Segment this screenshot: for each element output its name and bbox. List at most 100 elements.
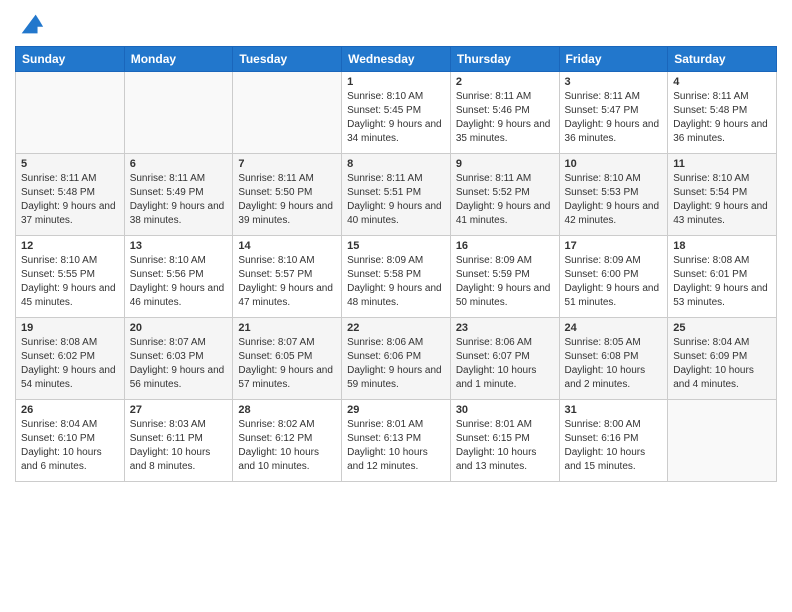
- calendar-cell: 18Sunrise: 8:08 AM Sunset: 6:01 PM Dayli…: [668, 236, 777, 318]
- day-info: Sunrise: 8:08 AM Sunset: 6:01 PM Dayligh…: [673, 254, 771, 310]
- calendar-cell: 14 Sunrise: 8:10 AM Sunset: 5:57 PM Dayli…: [233, 236, 342, 318]
- day-number: 2: [456, 76, 554, 88]
- calendar-cell: 13 Sunrise: 8:10 AM Sunset: 5:56 PM Dayli…: [124, 236, 233, 318]
- day-number: 17: [565, 240, 663, 252]
- calendar-cell: 4Sunrise: 8:11 AM Sunset: 5:48 PM Daylig…: [668, 72, 777, 154]
- day-number: 10: [565, 158, 663, 170]
- calendar-cell: 23 Sunrise: 8:06 AM Sunset: 6:07 PM Dayli…: [450, 318, 559, 400]
- day-info: Sunrise: 8:09 AM Sunset: 5:58 PM Dayligh…: [347, 254, 445, 310]
- day-number: 13: [130, 240, 228, 252]
- calendar-cell: 29 Sunrise: 8:01 AM Sunset: 6:13 PM Dayli…: [342, 400, 451, 482]
- weekday-header-tuesday: Tuesday: [233, 47, 342, 72]
- calendar-cell: 24 Sunrise: 8:05 AM Sunset: 6:08 PM Dayli…: [559, 318, 668, 400]
- calendar-cell: [124, 72, 233, 154]
- day-info: Sunrise: 8:00 AM Sunset: 6:16 PM Dayligh…: [565, 418, 663, 474]
- day-info: Sunrise: 8:11 AM Sunset: 5:51 PM Dayligh…: [347, 172, 445, 228]
- calendar-cell: 6 Sunrise: 8:11 AM Sunset: 5:49 PM Daylig…: [124, 154, 233, 236]
- calendar-cell: 10 Sunrise: 8:10 AM Sunset: 5:53 PM Dayli…: [559, 154, 668, 236]
- day-info: Sunrise: 8:09 AM Sunset: 5:59 PM Dayligh…: [456, 254, 554, 310]
- day-number: 8: [347, 158, 445, 170]
- header: [15, 10, 777, 38]
- day-number: 3: [565, 76, 663, 88]
- day-number: 15: [347, 240, 445, 252]
- day-info: Sunrise: 8:10 AM Sunset: 5:53 PM Dayligh…: [565, 172, 663, 228]
- day-number: 5: [21, 158, 119, 170]
- weekday-header-friday: Friday: [559, 47, 668, 72]
- day-info: Sunrise: 8:10 AM Sunset: 5:56 PM Dayligh…: [130, 254, 228, 310]
- day-number: 26: [21, 404, 119, 416]
- day-info: Sunrise: 8:07 AM Sunset: 6:05 PM Dayligh…: [238, 336, 336, 392]
- calendar-cell: 16 Sunrise: 8:09 AM Sunset: 5:59 PM Dayli…: [450, 236, 559, 318]
- day-number: 30: [456, 404, 554, 416]
- calendar-cell: 21 Sunrise: 8:07 AM Sunset: 6:05 PM Dayli…: [233, 318, 342, 400]
- day-info: Sunrise: 8:05 AM Sunset: 6:08 PM Dayligh…: [565, 336, 663, 392]
- day-info: Sunrise: 8:11 AM Sunset: 5:49 PM Dayligh…: [130, 172, 228, 228]
- weekday-header-sunday: Sunday: [16, 47, 125, 72]
- calendar-cell: 8 Sunrise: 8:11 AM Sunset: 5:51 PM Daylig…: [342, 154, 451, 236]
- day-info: Sunrise: 8:03 AM Sunset: 6:11 PM Dayligh…: [130, 418, 228, 474]
- calendar-cell: 19 Sunrise: 8:08 AM Sunset: 6:02 PM Dayli…: [16, 318, 125, 400]
- day-info: Sunrise: 8:10 AM Sunset: 5:54 PM Dayligh…: [673, 172, 771, 228]
- calendar-cell: 11 Sunrise: 8:10 AM Sunset: 5:54 PM Dayli…: [668, 154, 777, 236]
- week-row-3: 12Sunrise: 8:10 AM Sunset: 5:55 PM Dayli…: [16, 236, 777, 318]
- day-number: 21: [238, 322, 336, 334]
- calendar-cell: 26 Sunrise: 8:04 AM Sunset: 6:10 PM Dayli…: [16, 400, 125, 482]
- page: SundayMondayTuesdayWednesdayThursdayFrid…: [0, 0, 792, 612]
- day-number: 23: [456, 322, 554, 334]
- calendar-cell: 12Sunrise: 8:10 AM Sunset: 5:55 PM Dayli…: [16, 236, 125, 318]
- weekday-header-wednesday: Wednesday: [342, 47, 451, 72]
- weekday-header-thursday: Thursday: [450, 47, 559, 72]
- day-info: Sunrise: 8:10 AM Sunset: 5:45 PM Dayligh…: [347, 90, 445, 146]
- day-info: Sunrise: 8:11 AM Sunset: 5:46 PM Dayligh…: [456, 90, 554, 146]
- day-info: Sunrise: 8:11 AM Sunset: 5:48 PM Dayligh…: [21, 172, 119, 228]
- logo-icon: [17, 10, 45, 38]
- day-number: 29: [347, 404, 445, 416]
- day-number: 16: [456, 240, 554, 252]
- day-number: 1: [347, 76, 445, 88]
- day-info: Sunrise: 8:01 AM Sunset: 6:13 PM Dayligh…: [347, 418, 445, 474]
- day-info: Sunrise: 8:06 AM Sunset: 6:07 PM Dayligh…: [456, 336, 554, 392]
- week-row-4: 19 Sunrise: 8:08 AM Sunset: 6:02 PM Dayli…: [16, 318, 777, 400]
- calendar-cell: 28Sunrise: 8:02 AM Sunset: 6:12 PM Dayli…: [233, 400, 342, 482]
- calendar-cell: 5 Sunrise: 8:11 AM Sunset: 5:48 PM Daylig…: [16, 154, 125, 236]
- calendar-cell: 9Sunrise: 8:11 AM Sunset: 5:52 PM Daylig…: [450, 154, 559, 236]
- day-number: 19: [21, 322, 119, 334]
- calendar-cell: 30 Sunrise: 8:01 AM Sunset: 6:15 PM Dayli…: [450, 400, 559, 482]
- calendar-cell: 25 Sunrise: 8:04 AM Sunset: 6:09 PM Dayli…: [668, 318, 777, 400]
- weekday-header-monday: Monday: [124, 47, 233, 72]
- weekday-header-saturday: Saturday: [668, 47, 777, 72]
- day-info: Sunrise: 8:08 AM Sunset: 6:02 PM Dayligh…: [21, 336, 119, 392]
- calendar-cell: [668, 400, 777, 482]
- day-info: Sunrise: 8:09 AM Sunset: 6:00 PM Dayligh…: [565, 254, 663, 310]
- day-number: 11: [673, 158, 771, 170]
- day-number: 25: [673, 322, 771, 334]
- day-number: 6: [130, 158, 228, 170]
- calendar-cell: 22 Sunrise: 8:06 AM Sunset: 6:06 PM Dayli…: [342, 318, 451, 400]
- day-number: 31: [565, 404, 663, 416]
- day-number: 14: [238, 240, 336, 252]
- week-row-5: 26 Sunrise: 8:04 AM Sunset: 6:10 PM Dayli…: [16, 400, 777, 482]
- day-info: Sunrise: 8:10 AM Sunset: 5:55 PM Dayligh…: [21, 254, 119, 310]
- day-info: Sunrise: 8:11 AM Sunset: 5:47 PM Dayligh…: [565, 90, 663, 146]
- day-info: Sunrise: 8:07 AM Sunset: 6:03 PM Dayligh…: [130, 336, 228, 392]
- day-number: 22: [347, 322, 445, 334]
- calendar-cell: 20 Sunrise: 8:07 AM Sunset: 6:03 PM Dayli…: [124, 318, 233, 400]
- calendar-cell: 15 Sunrise: 8:09 AM Sunset: 5:58 PM Dayli…: [342, 236, 451, 318]
- day-info: Sunrise: 8:04 AM Sunset: 6:10 PM Dayligh…: [21, 418, 119, 474]
- day-number: 27: [130, 404, 228, 416]
- day-number: 9: [456, 158, 554, 170]
- calendar-cell: 1 Sunrise: 8:10 AM Sunset: 5:45 PM Daylig…: [342, 72, 451, 154]
- day-info: Sunrise: 8:04 AM Sunset: 6:09 PM Dayligh…: [673, 336, 771, 392]
- calendar-cell: 31 Sunrise: 8:00 AM Sunset: 6:16 PM Dayli…: [559, 400, 668, 482]
- day-info: Sunrise: 8:01 AM Sunset: 6:15 PM Dayligh…: [456, 418, 554, 474]
- day-number: 20: [130, 322, 228, 334]
- day-info: Sunrise: 8:06 AM Sunset: 6:06 PM Dayligh…: [347, 336, 445, 392]
- calendar-cell: 7Sunrise: 8:11 AM Sunset: 5:50 PM Daylig…: [233, 154, 342, 236]
- day-number: 28: [238, 404, 336, 416]
- day-info: Sunrise: 8:11 AM Sunset: 5:50 PM Dayligh…: [238, 172, 336, 228]
- day-info: Sunrise: 8:10 AM Sunset: 5:57 PM Dayligh…: [238, 254, 336, 310]
- calendar-table: SundayMondayTuesdayWednesdayThursdayFrid…: [15, 46, 777, 482]
- day-number: 24: [565, 322, 663, 334]
- day-info: Sunrise: 8:11 AM Sunset: 5:48 PM Dayligh…: [673, 90, 771, 146]
- calendar-cell: 27 Sunrise: 8:03 AM Sunset: 6:11 PM Dayli…: [124, 400, 233, 482]
